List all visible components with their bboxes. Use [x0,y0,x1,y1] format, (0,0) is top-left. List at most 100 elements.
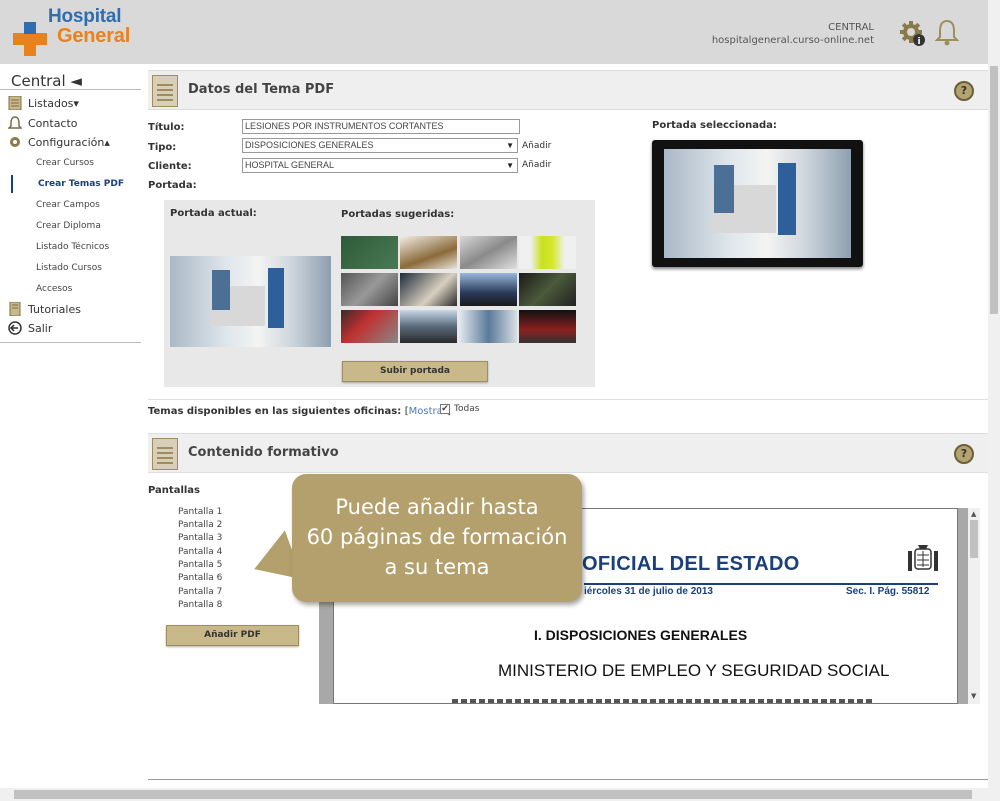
section-title: Contenido formativo [188,445,339,460]
section-header-datos: Datos del Tema PDF ? [148,70,988,110]
scroll-thumb[interactable] [990,66,998,314]
coat-of-arms-icon [908,545,938,571]
page-horizontal-scrollbar[interactable] [0,788,1000,801]
pantalla-item[interactable]: Pantalla 1 [178,507,222,517]
list-icon [8,96,22,110]
bottom-divider [148,779,988,780]
sidebar-item-label: Salir [28,321,53,335]
pantalla-item[interactable]: Pantalla 5 [178,560,222,570]
sidebar-divider [0,89,141,90]
sidebar-title[interactable]: Central ◄ [11,72,82,90]
pdf-scrollbar[interactable]: ▲ ▼ [968,508,980,704]
cliente-add-link[interactable]: Añadir [522,160,551,170]
current-cover-image [170,256,331,347]
pantalla-item[interactable]: Pantalla 7 [178,587,222,597]
callout-line: Puede añadir hasta [335,495,539,519]
svg-text:i: i [917,37,920,47]
bell-icon [8,116,22,129]
cover-thumb[interactable] [341,273,398,306]
pdf-body-text [452,699,872,703]
sidebar-item-salir[interactable]: Salir [8,321,52,335]
titulo-label: Título: [148,122,185,133]
scroll-thumb[interactable] [14,790,972,799]
pantalla-item[interactable]: Pantalla 4 [178,547,222,557]
callout-bubble: Puede añadir hasta 60 páginas de formaci… [292,474,582,602]
section-divider [148,399,988,400]
tipo-select[interactable]: DISPOSICIONES GENERALES [242,138,518,153]
top-bar: Hospital General CENTRAL hospitalgeneral… [0,0,988,64]
sidebar-subitem-listado-tecnicos[interactable]: Listado Técnicos [36,242,109,252]
pdf-ministry: MINISTERIO DE EMPLEO Y SEGURIDAD SOCIAL [498,661,890,680]
pantalla-item[interactable]: Pantalla 3 [178,533,222,543]
suggested-covers-grid [341,236,581,344]
sidebar-item-label: Listados▾ [28,96,79,110]
pdf-disposiciones: I. DISPOSICIONES GENERALES [534,627,748,643]
tipo-add-link[interactable]: Añadir [522,141,551,151]
all-offices-option: ✔ Todas [440,404,479,414]
account-domain: hospitalgeneral.curso-online.net [711,35,874,46]
sidebar-item-label: Contacto [28,116,78,130]
pantalla-item[interactable]: Pantalla 2 [178,520,222,530]
cover-thumb[interactable] [460,310,517,343]
scroll-down-icon[interactable]: ▼ [971,692,976,700]
cover-thumb[interactable] [400,310,457,343]
account-info: CENTRAL hospitalgeneral.curso-online.net [712,21,874,47]
cover-thumb[interactable] [519,310,576,343]
tipo-label: Tipo: [148,142,177,153]
sidebar-item-contacto[interactable]: Contacto [8,116,78,130]
active-indicator [11,175,13,193]
all-offices-label: Todas [454,404,480,414]
sidebar-subitem-crear-campos[interactable]: Crear Campos [36,200,100,210]
pantalla-item[interactable]: Pantalla 8 [178,600,222,610]
add-pdf-button[interactable]: Añadir PDF [166,625,299,646]
sidebar-item-tutoriales[interactable]: Tutoriales [8,302,81,316]
help-icon[interactable]: ? [954,444,974,464]
gear-info-icon[interactable]: i [898,19,926,47]
page-vertical-scrollbar[interactable] [988,0,1000,788]
cover-thumb[interactable] [460,236,517,269]
pdf-section: Sec. I. Pág. 55812 [846,586,930,597]
sidebar-item-configuracion[interactable]: Configuración▴ [8,135,110,149]
cover-thumb[interactable] [341,236,398,269]
pdf-scroll-thumb[interactable] [970,520,978,558]
cover-thumb[interactable] [400,273,457,306]
upload-cover-button[interactable]: Subir portada [342,361,488,382]
exit-icon [8,321,22,335]
pdf-heading: OFICIAL DEL ESTADO [582,553,800,575]
help-icon[interactable]: ? [954,81,974,101]
cliente-select[interactable]: HOSPITAL GENERAL [242,158,518,173]
scroll-up-icon[interactable]: ▲ [971,510,976,518]
callout-line: 60 páginas de formación [306,525,568,549]
section-title: Datos del Tema PDF [188,82,335,97]
offices-label: Temas disponibles en las siguientes ofic… [148,406,402,417]
sidebar-item-label: Configuración▴ [28,135,110,149]
cover-thumb[interactable] [519,236,576,269]
sidebar-item-listados[interactable]: Listados▾ [8,96,79,110]
pdf-rule [584,583,938,585]
pdf-date: iércoles 31 de julio de 2013 [584,586,713,597]
sidebar-subitem-accesos[interactable]: Accesos [36,284,72,294]
sidebar-subitem-crear-temas-pdf[interactable]: Crear Temas PDF [38,179,124,189]
pantalla-item[interactable]: Pantalla 6 [178,573,222,583]
offices-row: Temas disponibles en las siguientes ofic… [148,406,451,417]
sidebar-item-label: Tutoriales [28,302,81,316]
cover-thumb[interactable] [400,236,457,269]
sidebar-subitem-crear-diploma[interactable]: Crear Diploma [36,221,101,231]
titulo-input[interactable]: LESIONES POR INSTRUMENTOS CORTANTES [242,119,520,134]
sidebar-subitem-crear-cursos[interactable]: Crear Cursos [36,158,94,168]
cover-thumb[interactable] [519,273,576,306]
bell-icon[interactable] [934,18,960,46]
portada-label: Portada: [148,180,197,191]
selected-cover-preview [652,140,863,267]
hospital-logo[interactable]: Hospital General [13,6,138,56]
selected-cover-image [664,149,851,258]
section-header-contenido: Contenido formativo ? [148,433,988,473]
sidebar-subitem-listado-cursos[interactable]: Listado Cursos [36,263,102,273]
cover-thumb[interactable] [341,310,398,343]
cliente-label: Cliente: [148,161,192,172]
cover-thumb[interactable] [460,273,517,306]
all-offices-checkbox[interactable]: ✔ [440,404,450,414]
logo-text-line2: General [57,25,131,47]
callout-line: a su tema [384,555,490,579]
gear-icon [10,137,20,147]
